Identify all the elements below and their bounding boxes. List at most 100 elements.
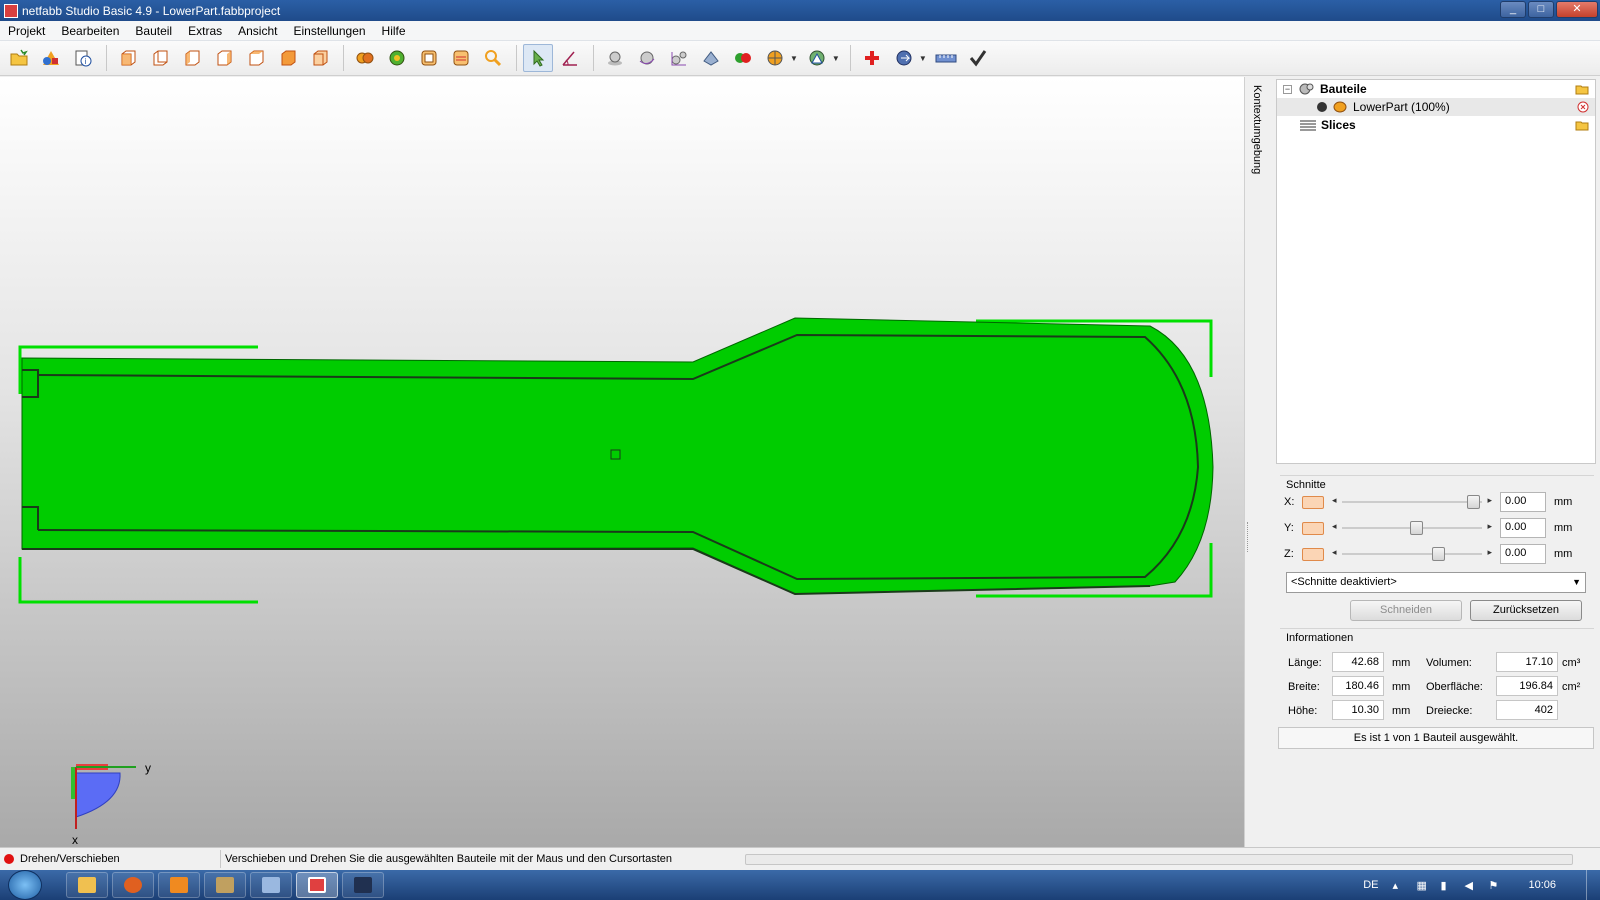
rotate-part-icon[interactable] bbox=[632, 44, 662, 72]
view-bounding-icon[interactable] bbox=[414, 44, 444, 72]
start-button[interactable] bbox=[8, 870, 42, 900]
view-bottom-icon[interactable] bbox=[273, 44, 303, 72]
slice-color-swatch[interactable] bbox=[1302, 495, 1324, 509]
volumen-label: Volumen: bbox=[1426, 657, 1472, 669]
slice-y-input[interactable]: 0.00 bbox=[1500, 518, 1546, 538]
close-button[interactable]: ✕ bbox=[1556, 1, 1598, 18]
slices-icon bbox=[1300, 120, 1316, 131]
move-part-icon[interactable] bbox=[600, 44, 630, 72]
window-icon[interactable] bbox=[250, 872, 292, 898]
axis-label: Y: bbox=[1284, 522, 1294, 534]
open-project-icon[interactable] bbox=[4, 44, 34, 72]
visibility-icon[interactable] bbox=[1317, 102, 1327, 112]
minimize-button[interactable]: _ bbox=[1500, 1, 1526, 18]
mirror-part-icon[interactable] bbox=[696, 44, 726, 72]
measure-angle-icon[interactable] bbox=[555, 44, 585, 72]
view-right-icon[interactable] bbox=[209, 44, 239, 72]
slider-thumb[interactable] bbox=[1432, 547, 1445, 561]
view-wireframe-icon[interactable] bbox=[382, 44, 412, 72]
part-view[interactable]: y x bbox=[0, 77, 1244, 847]
slice-y-slider[interactable]: ◂ ▸ bbox=[1332, 521, 1492, 535]
view-left-icon[interactable] bbox=[177, 44, 207, 72]
taskbar: DE ▴ ▦ ▮ ◀ ⚑ 10:06 bbox=[0, 870, 1600, 900]
slice-color-swatch[interactable] bbox=[1302, 547, 1324, 561]
menu-bearbeiten[interactable]: Bearbeiten bbox=[53, 24, 127, 38]
zoom-icon[interactable] bbox=[478, 44, 508, 72]
slice-mode-select[interactable]: <Schnitte deaktiviert> ▼ bbox=[1286, 572, 1586, 593]
slice-color-swatch[interactable] bbox=[1302, 521, 1324, 535]
netfabb-icon[interactable] bbox=[296, 872, 338, 898]
view-top-icon[interactable] bbox=[241, 44, 271, 72]
reset-button[interactable]: Zurücksetzen bbox=[1470, 600, 1582, 621]
arrow-left-icon[interactable]: ◂ bbox=[1332, 495, 1337, 506]
arrow-right-icon[interactable]: ▸ bbox=[1487, 547, 1492, 558]
clock[interactable]: 10:06 bbox=[1528, 879, 1556, 891]
tray-expand-icon[interactable]: ▴ bbox=[1392, 879, 1404, 892]
menu-einstellungen[interactable]: Einstellungen bbox=[285, 24, 373, 38]
remove-icon[interactable] bbox=[1577, 101, 1589, 113]
chevron-down-icon[interactable]: ▼ bbox=[832, 54, 840, 63]
side-tab-strip: Kontextumgebung bbox=[1244, 77, 1274, 847]
volume-icon[interactable]: ◀ bbox=[1464, 879, 1476, 892]
ruler-icon[interactable] bbox=[931, 44, 961, 72]
menu-ansicht[interactable]: Ansicht bbox=[230, 24, 285, 38]
menu-projekt[interactable]: Projekt bbox=[0, 24, 53, 38]
tree-item-bauteile[interactable]: − Bauteile bbox=[1277, 80, 1595, 98]
view-back-icon[interactable] bbox=[145, 44, 175, 72]
slice-z-input[interactable]: 0.00 bbox=[1500, 544, 1546, 564]
maximize-button[interactable]: □ bbox=[1528, 1, 1554, 18]
terminal-icon[interactable] bbox=[342, 872, 384, 898]
tree-item-lowerpart[interactable]: LowerPart (100%) bbox=[1277, 98, 1595, 116]
analysis-icon[interactable] bbox=[802, 44, 832, 72]
network-icon[interactable]: ▦ bbox=[1416, 879, 1428, 892]
slice-x-input[interactable]: 0.00 bbox=[1500, 492, 1546, 512]
project-info-icon[interactable]: i bbox=[68, 44, 98, 72]
view-perspective-icon[interactable] bbox=[305, 44, 335, 72]
unit-label: mm bbox=[1554, 548, 1573, 560]
folder-open-icon[interactable] bbox=[1575, 83, 1589, 95]
show-desktop-button[interactable] bbox=[1586, 870, 1600, 900]
splitter-grip[interactable] bbox=[1247, 522, 1250, 552]
boolean-icon[interactable] bbox=[728, 44, 758, 72]
view-front-icon[interactable] bbox=[113, 44, 143, 72]
firefox-icon[interactable] bbox=[112, 872, 154, 898]
menu-hilfe[interactable]: Hilfe bbox=[374, 24, 414, 38]
chevron-down-icon[interactable]: ▼ bbox=[790, 54, 798, 63]
scale-part-icon[interactable] bbox=[664, 44, 694, 72]
status-bar: Drehen/Verschieben Verschieben und Drehe… bbox=[0, 847, 1600, 870]
arrow-right-icon[interactable]: ▸ bbox=[1487, 521, 1492, 532]
arrow-left-icon[interactable]: ◂ bbox=[1332, 521, 1337, 532]
section-icon[interactable] bbox=[760, 44, 790, 72]
slice-z-slider[interactable]: ◂ ▸ bbox=[1332, 547, 1492, 561]
folder-open-icon[interactable] bbox=[1575, 119, 1589, 131]
explorer-icon[interactable] bbox=[66, 872, 108, 898]
chevron-down-icon[interactable]: ▼ bbox=[919, 54, 927, 63]
add-part-icon[interactable] bbox=[36, 44, 66, 72]
view-shaded-icon[interactable] bbox=[350, 44, 380, 72]
3d-viewport[interactable]: y x bbox=[0, 77, 1244, 847]
slice-x-slider[interactable]: ◂ ▸ bbox=[1332, 495, 1492, 509]
menu-bauteil[interactable]: Bauteil bbox=[127, 24, 180, 38]
repair-icon[interactable] bbox=[857, 44, 887, 72]
tools-icon[interactable] bbox=[204, 872, 246, 898]
language-indicator[interactable]: DE bbox=[1363, 879, 1378, 891]
check-icon[interactable] bbox=[963, 44, 993, 72]
slice-mode-value: <Schnitte deaktiviert> bbox=[1291, 576, 1397, 588]
lower-part-body[interactable] bbox=[21, 317, 1214, 595]
media-player-icon[interactable] bbox=[158, 872, 200, 898]
export-icon[interactable] bbox=[889, 44, 919, 72]
arrow-right-icon[interactable]: ▸ bbox=[1487, 495, 1492, 506]
arrow-left-icon[interactable]: ◂ bbox=[1332, 547, 1337, 558]
slider-thumb[interactable] bbox=[1467, 495, 1480, 509]
signal-icon[interactable]: ▮ bbox=[1440, 879, 1452, 892]
tab-kontextumgebung[interactable]: Kontextumgebung bbox=[1251, 85, 1263, 174]
cut-button[interactable]: Schneiden bbox=[1350, 600, 1462, 621]
select-pointer-icon[interactable] bbox=[523, 44, 553, 72]
view-slices-icon[interactable] bbox=[446, 44, 476, 72]
chevron-down-icon[interactable]: ▼ bbox=[1572, 577, 1581, 587]
flag-icon[interactable]: ⚑ bbox=[1488, 879, 1500, 892]
menu-extras[interactable]: Extras bbox=[180, 24, 230, 38]
slider-thumb[interactable] bbox=[1410, 521, 1423, 535]
tree-item-slices[interactable]: Slices bbox=[1277, 116, 1595, 134]
collapse-icon[interactable]: − bbox=[1283, 84, 1292, 94]
